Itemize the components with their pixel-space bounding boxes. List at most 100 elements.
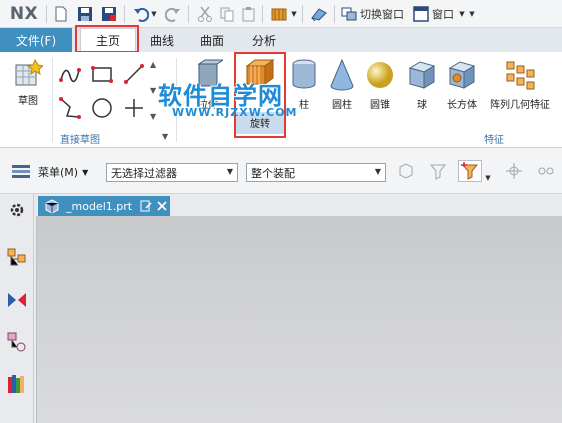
sketch-button[interactable]: 草图 xyxy=(8,58,48,107)
point-icon[interactable] xyxy=(122,96,146,120)
tab-file[interactable]: 文件(F) xyxy=(0,28,72,52)
ribbon-tab-bar: 文件(F) 主页 曲线 曲面 分析 xyxy=(0,25,562,53)
sketch-icon xyxy=(15,58,43,86)
sphere-icon xyxy=(367,62,393,88)
cylinder-icon xyxy=(292,59,316,89)
cylinder-label: 柱 xyxy=(299,100,309,111)
reuse-library-icon[interactable] xyxy=(5,372,29,396)
cylinder-button[interactable]: 柱 xyxy=(286,58,322,111)
undo-icon[interactable] xyxy=(132,4,150,24)
sphere-button[interactable]: 圆锥 xyxy=(364,58,396,111)
menu-icon xyxy=(12,165,30,178)
selection-filter-icon[interactable] xyxy=(458,160,482,182)
snap-point-icon[interactable] xyxy=(502,160,526,182)
assembly-navigator-icon[interactable] xyxy=(5,246,29,270)
pattern-geometry-label: 阵列几何特征 xyxy=(490,100,550,111)
window-menu-label[interactable]: 窗口 xyxy=(432,4,454,24)
chevron-down-icon: ▼ xyxy=(374,167,381,176)
selection-scope-value: 整个装配 xyxy=(251,166,295,180)
line-icon[interactable] xyxy=(122,62,146,86)
document-tab-strip: _model1.prt xyxy=(34,194,562,216)
tab-model1[interactable]: _model1.prt xyxy=(38,196,170,216)
revolve-more-button[interactable]: 旋转 xyxy=(236,112,284,134)
filter-reset-icon[interactable] xyxy=(426,160,450,182)
select-features-icon[interactable] xyxy=(394,160,418,182)
ribbon-home: 草图 ▲ ▼ ▼ 直接草图 ▼ 拉伸 旋转 柱 圆柱 圆锥 球 长方体 阵列几何… xyxy=(0,52,562,148)
scroll-down-icon[interactable]: ▼ xyxy=(150,86,156,95)
cone-icon xyxy=(330,58,354,91)
quick-access-toolbar: NX ▼ ▼ 切换窗口 窗口 ▼ ▼ xyxy=(0,0,562,28)
settings-gear-icon[interactable] xyxy=(5,198,29,222)
part-navigator-icon[interactable] xyxy=(5,330,29,354)
save-all-icon[interactable] xyxy=(100,4,118,24)
hole-label: 长方体 xyxy=(447,100,477,111)
selection-bar: 菜单(M) ▼ 无选择过滤器 ▼ 整个装配 ▼ ▼ xyxy=(0,148,562,194)
cut-icon[interactable] xyxy=(196,4,214,24)
cone-button[interactable]: 圆柱 xyxy=(326,58,358,111)
block-button[interactable]: 球 xyxy=(402,58,442,111)
profile-icon[interactable] xyxy=(58,96,82,120)
revolve-button[interactable] xyxy=(238,56,282,90)
cone-label: 圆柱 xyxy=(332,100,352,111)
toolbar-separator xyxy=(46,5,47,23)
direct-sketch-group-label: 直接草图 xyxy=(60,135,100,146)
tab-home[interactable]: 主页 xyxy=(80,28,136,52)
snap-options-icon[interactable] xyxy=(534,160,558,182)
scroll-up-icon[interactable]: ▲ xyxy=(150,60,156,69)
toolbar-separator xyxy=(124,5,125,23)
group-separator xyxy=(176,58,177,142)
rectangle-icon[interactable] xyxy=(90,62,114,86)
expand-gallery-icon[interactable]: ▼ xyxy=(150,112,156,121)
tab-surface[interactable]: 曲面 xyxy=(190,28,234,52)
block-label: 球 xyxy=(417,100,427,111)
window-dropdown-icon[interactable]: ▼ xyxy=(458,4,466,24)
selection-scope-select[interactable]: 整个装配 ▼ xyxy=(246,163,386,182)
hole-button[interactable]: 长方体 xyxy=(446,58,478,111)
extrude-icon xyxy=(197,59,223,87)
nx-window: NX ▼ ▼ 切换窗口 窗口 ▼ ▼ 文件(F) 主页 曲线 曲面 分析 草图 … xyxy=(0,0,562,423)
switch-window-icon[interactable] xyxy=(340,4,358,24)
features-group-label: 特征 xyxy=(484,135,504,146)
group-separator xyxy=(52,58,53,142)
sketch-label: 草图 xyxy=(18,96,38,107)
graphics-viewport[interactable] xyxy=(36,216,562,423)
modified-icon xyxy=(140,200,152,212)
pattern-geometry-button[interactable]: 阵列几何特征 xyxy=(484,58,556,111)
command-dropdown-icon[interactable]: ▼ xyxy=(290,4,298,24)
copy-icon[interactable] xyxy=(218,4,236,24)
revolve-icon xyxy=(245,59,275,85)
close-icon[interactable] xyxy=(156,200,168,212)
tab-curve[interactable]: 曲线 xyxy=(140,28,184,52)
circle-icon[interactable] xyxy=(90,96,114,120)
window-icon[interactable] xyxy=(412,4,430,24)
block-icon xyxy=(408,61,436,89)
toolbar-separator xyxy=(188,5,189,23)
filter-dropdown-icon[interactable]: ▼ xyxy=(484,168,492,188)
direct-sketch-tools: ▲ ▼ ▼ xyxy=(56,58,160,124)
menu-button[interactable]: 菜单(M) ▼ xyxy=(10,162,88,182)
pattern-geometry-icon xyxy=(506,61,535,90)
switch-window-label[interactable]: 切换窗口 xyxy=(360,4,404,24)
nx-logo: NX xyxy=(9,4,39,24)
menu-label: 菜单(M) xyxy=(38,166,79,179)
extrude-label: 拉伸 xyxy=(198,100,218,111)
toolbar-separator xyxy=(302,5,303,23)
command-finder-icon[interactable] xyxy=(270,4,288,24)
new-file-icon[interactable] xyxy=(52,4,70,24)
constraint-navigator-icon[interactable] xyxy=(5,288,29,312)
document-name: _model1.prt xyxy=(66,199,133,213)
undo-dropdown-icon[interactable]: ▼ xyxy=(150,4,158,24)
direct-sketch-group-menu-icon[interactable]: ▼ xyxy=(162,132,168,141)
touch-mode-icon[interactable] xyxy=(310,4,328,24)
studio-spline-icon[interactable] xyxy=(58,62,82,86)
extrude-button[interactable]: 拉伸 xyxy=(186,58,230,111)
hole-icon xyxy=(448,61,476,89)
type-filter-select[interactable]: 无选择过滤器 ▼ xyxy=(106,163,238,182)
customize-dropdown-icon[interactable]: ▼ xyxy=(468,4,476,24)
tab-analysis[interactable]: 分析 xyxy=(242,28,286,52)
part-file-icon xyxy=(45,199,59,214)
save-icon[interactable] xyxy=(76,4,94,24)
paste-icon[interactable] xyxy=(240,4,258,24)
redo-icon[interactable] xyxy=(164,4,182,24)
toolbar-separator xyxy=(262,5,263,23)
